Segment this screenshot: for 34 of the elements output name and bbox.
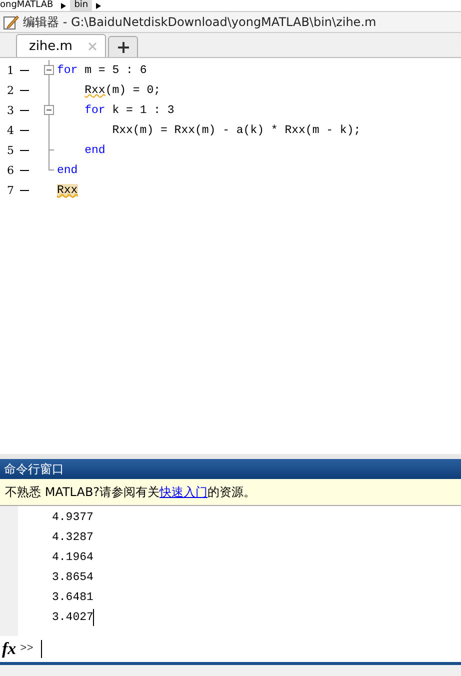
line-number: 4 [6, 124, 14, 136]
line-number: 7 [6, 184, 14, 196]
line-number: 3 [6, 104, 14, 116]
arrow-icon [61, 2, 66, 8]
line-number: 6 [6, 164, 14, 176]
code-line: Rxx(m) = Rxx(m) - a(k) * Rxx(m - k); [112, 124, 361, 136]
file-tab[interactable]: zihe.m [16, 34, 106, 57]
function-button[interactable]: fx [2, 639, 16, 659]
code-line: for k = 1 : 3 [84, 104, 174, 116]
fold-toggle[interactable] [44, 105, 54, 115]
output-value: 4.9377 [52, 510, 94, 524]
output-value: 3.8654 [52, 570, 94, 584]
breadcrumb-item[interactable]: bin [70, 0, 92, 11]
line-number: 5 [6, 144, 14, 156]
code-line: for m = 5 : 6 [57, 64, 147, 76]
panel-title: 命令行窗口 [4, 460, 64, 478]
getting-started-link[interactable]: 快速入门 [160, 484, 208, 498]
prompt-symbol: >> [20, 643, 34, 655]
output-value: 3.4027 [52, 610, 94, 624]
line-number: 2 [6, 84, 14, 96]
arrow-icon [96, 2, 102, 8]
line-number: 1 [6, 64, 14, 76]
code-line: end [84, 144, 106, 156]
breadcrumb-item[interactable]: ongMATLAB [0, 0, 58, 11]
output-value: 3.6481 [52, 590, 94, 604]
output-value: 4.1964 [52, 550, 94, 564]
code-line: Rxx(m) = 0; [84, 84, 161, 96]
plus-icon [118, 42, 129, 52]
fold-toggle[interactable] [44, 65, 54, 75]
new-tab-button[interactable] [108, 36, 138, 57]
code-line: end [57, 164, 78, 176]
notice-text: 不熟悉 MATLAB?请参阅有关快速入门的资源。 [5, 484, 256, 500]
window-title: 编辑器 - G:\BaiduNetdiskDownload\yongMATLAB\bin\zihe.m [23, 14, 376, 30]
output-value: 4.3287 [52, 530, 94, 544]
